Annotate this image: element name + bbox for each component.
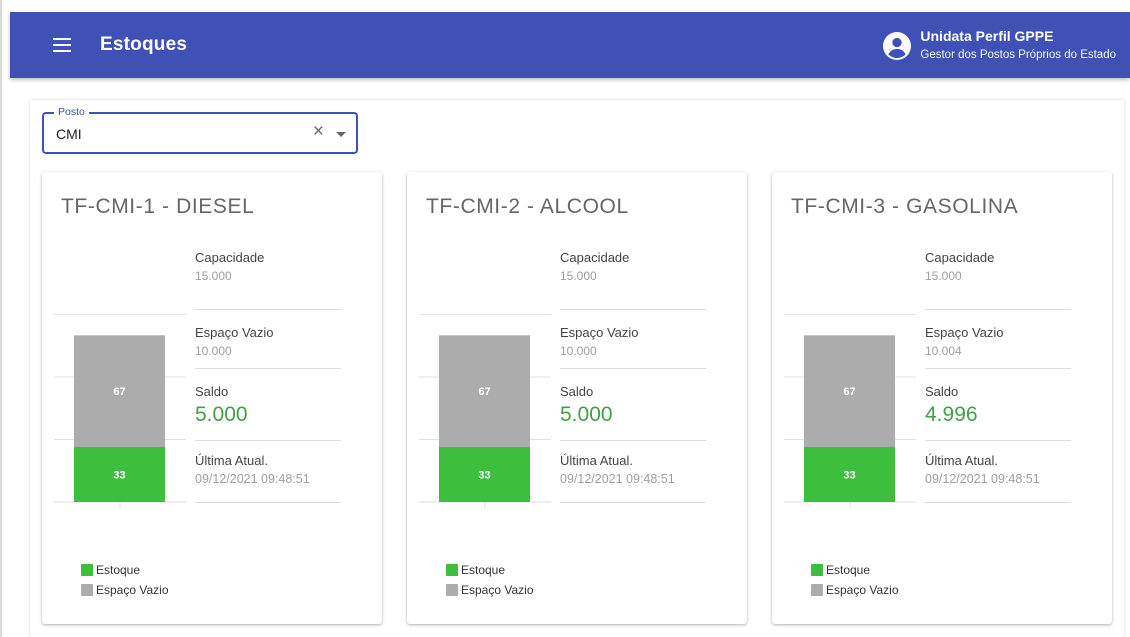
tank-info: Capacidade 15.000 Espaço Vazio 10.004 Sa… (925, 250, 1071, 503)
stock-chart: 33 67 (784, 314, 916, 508)
close-icon[interactable]: × (313, 122, 324, 142)
legend-item[interactable]: Estoque (446, 560, 534, 580)
capacidade-value: 15.000 (195, 269, 232, 283)
capacidade-block: Capacidade 15.000 (925, 250, 1071, 310)
legend-label: Espaço Vazio (826, 583, 899, 597)
saldo-label: Saldo (560, 384, 594, 399)
chart-legend: Estoque Espaço Vazio (81, 560, 169, 600)
stock-panel: Posto CMI × TF-CMI-1 - DIESEL 33 67 Capac… (30, 100, 1124, 637)
posto-select[interactable]: Posto CMI × (42, 105, 358, 154)
legend-swatch (811, 584, 823, 596)
menu-icon (53, 38, 71, 52)
bar-data-label: 67 (478, 386, 490, 398)
legend-swatch (446, 584, 458, 596)
capacidade-label: Capacidade (195, 250, 265, 265)
legend-label: Espaço Vazio (461, 583, 534, 597)
saldo-block: Saldo 4.996 (925, 369, 1071, 441)
posto-input[interactable]: CMI (56, 126, 82, 142)
ultima-atual-block: Última Atual. 09/12/2021 09:48:51 (560, 441, 706, 503)
saldo-label: Saldo (925, 384, 959, 399)
legend-label: Estoque (96, 563, 141, 577)
capacidade-value: 15.000 (560, 269, 597, 283)
tank-card-3: TF-CMI-3 - GASOLINA 33 67 Capacidade 15.0… (772, 172, 1112, 624)
bar-data-label: 67 (113, 386, 125, 398)
saldo-label: Saldo (195, 384, 229, 399)
capacidade-label: Capacidade (560, 250, 630, 265)
saldo-block: Saldo 5.000 (195, 369, 341, 441)
bar-data-label: 67 (843, 386, 855, 398)
ultima-atual-value: 09/12/2021 09:48:51 (560, 472, 675, 486)
saldo-value: 5.000 (560, 403, 613, 426)
tank-info: Capacidade 15.000 Espaço Vazio 10.000 Sa… (195, 250, 341, 503)
tank-title: TF-CMI-2 - ALCOOL (426, 195, 629, 218)
bar-data-label: 33 (113, 470, 125, 482)
espaco-vazio-block: Espaço Vazio 10.004 (925, 310, 1071, 369)
stock-chart: 33 67 (419, 314, 551, 508)
legend-label: Estoque (826, 563, 871, 577)
tank-card-1: TF-CMI-1 - DIESEL 33 67 Capacidade 15.000… (42, 172, 382, 624)
espaco-vazio-label: Espaço Vazio (195, 325, 274, 340)
espaco-vazio-value: 10.000 (560, 344, 597, 358)
tank-card-2: TF-CMI-2 - ALCOOL 33 67 Capacidade 15.000… (407, 172, 747, 624)
user-name: Unidata Perfil GPPE (920, 27, 1054, 44)
chart-legend: Estoque Espaço Vazio (811, 560, 899, 600)
menu-button[interactable] (42, 25, 82, 65)
capacidade-block: Capacidade 15.000 (195, 250, 341, 310)
legend-label: Estoque (461, 563, 506, 577)
user-role: Gestor dos Postos Próprios do Estado (920, 48, 1116, 61)
ultima-atual-block: Última Atual. 09/12/2021 09:48:51 (195, 441, 341, 503)
legend-swatch (811, 564, 823, 576)
app-bar: Estoques Unidata Perfil GPPE Gestor dos … (10, 12, 1130, 78)
saldo-block: Saldo 5.000 (560, 369, 706, 441)
account-circle-icon (883, 32, 912, 60)
stock-chart: 33 67 (54, 314, 186, 508)
espaco-vazio-label: Espaço Vazio (560, 325, 639, 340)
legend-swatch (81, 564, 93, 576)
legend-swatch (446, 564, 458, 576)
user-menu[interactable]: Unidata Perfil GPPE Gestor dos Postos Pr… (883, 28, 1116, 63)
saldo-value: 5.000 (195, 403, 248, 426)
capacidade-label: Capacidade (925, 250, 995, 265)
ultima-atual-label: Última Atual. (560, 453, 633, 468)
legend-label: Espaço Vazio (96, 583, 169, 597)
espaco-vazio-block: Espaço Vazio 10.000 (195, 310, 341, 369)
legend-item[interactable]: Estoque (811, 560, 899, 580)
ultima-atual-block: Última Atual. 09/12/2021 09:48:51 (925, 441, 1071, 503)
ultima-atual-value: 09/12/2021 09:48:51 (925, 472, 1040, 486)
legend-item[interactable]: Espaço Vazio (446, 580, 534, 600)
legend-item[interactable]: Estoque (81, 560, 169, 580)
tank-title: TF-CMI-1 - DIESEL (61, 195, 255, 218)
tank-info: Capacidade 15.000 Espaço Vazio 10.000 Sa… (560, 250, 706, 503)
capacidade-value: 15.000 (925, 269, 962, 283)
espaco-vazio-value: 10.000 (195, 344, 232, 358)
ultima-atual-label: Última Atual. (195, 453, 268, 468)
ultima-atual-value: 09/12/2021 09:48:51 (195, 472, 310, 486)
espaco-vazio-label: Espaço Vazio (925, 325, 1004, 340)
espaco-vazio-block: Espaço Vazio 10.000 (560, 310, 706, 369)
tank-title: TF-CMI-3 - GASOLINA (791, 195, 1019, 218)
bar-data-label: 33 (478, 470, 490, 482)
chart-legend: Estoque Espaço Vazio (446, 560, 534, 600)
saldo-value: 4.996 (925, 403, 978, 426)
posto-label: Posto (54, 105, 89, 119)
bar-data-label: 33 (843, 470, 855, 482)
legend-item[interactable]: Espaço Vazio (81, 580, 169, 600)
espaco-vazio-value: 10.004 (925, 344, 962, 358)
capacidade-block: Capacidade 15.000 (560, 250, 706, 310)
legend-swatch (81, 584, 93, 596)
page-left-border (0, 0, 2, 637)
legend-item[interactable]: Espaço Vazio (811, 580, 899, 600)
chevron-down-icon[interactable] (336, 132, 346, 137)
ultima-atual-label: Última Atual. (925, 453, 998, 468)
page-title: Estoques (100, 34, 188, 55)
